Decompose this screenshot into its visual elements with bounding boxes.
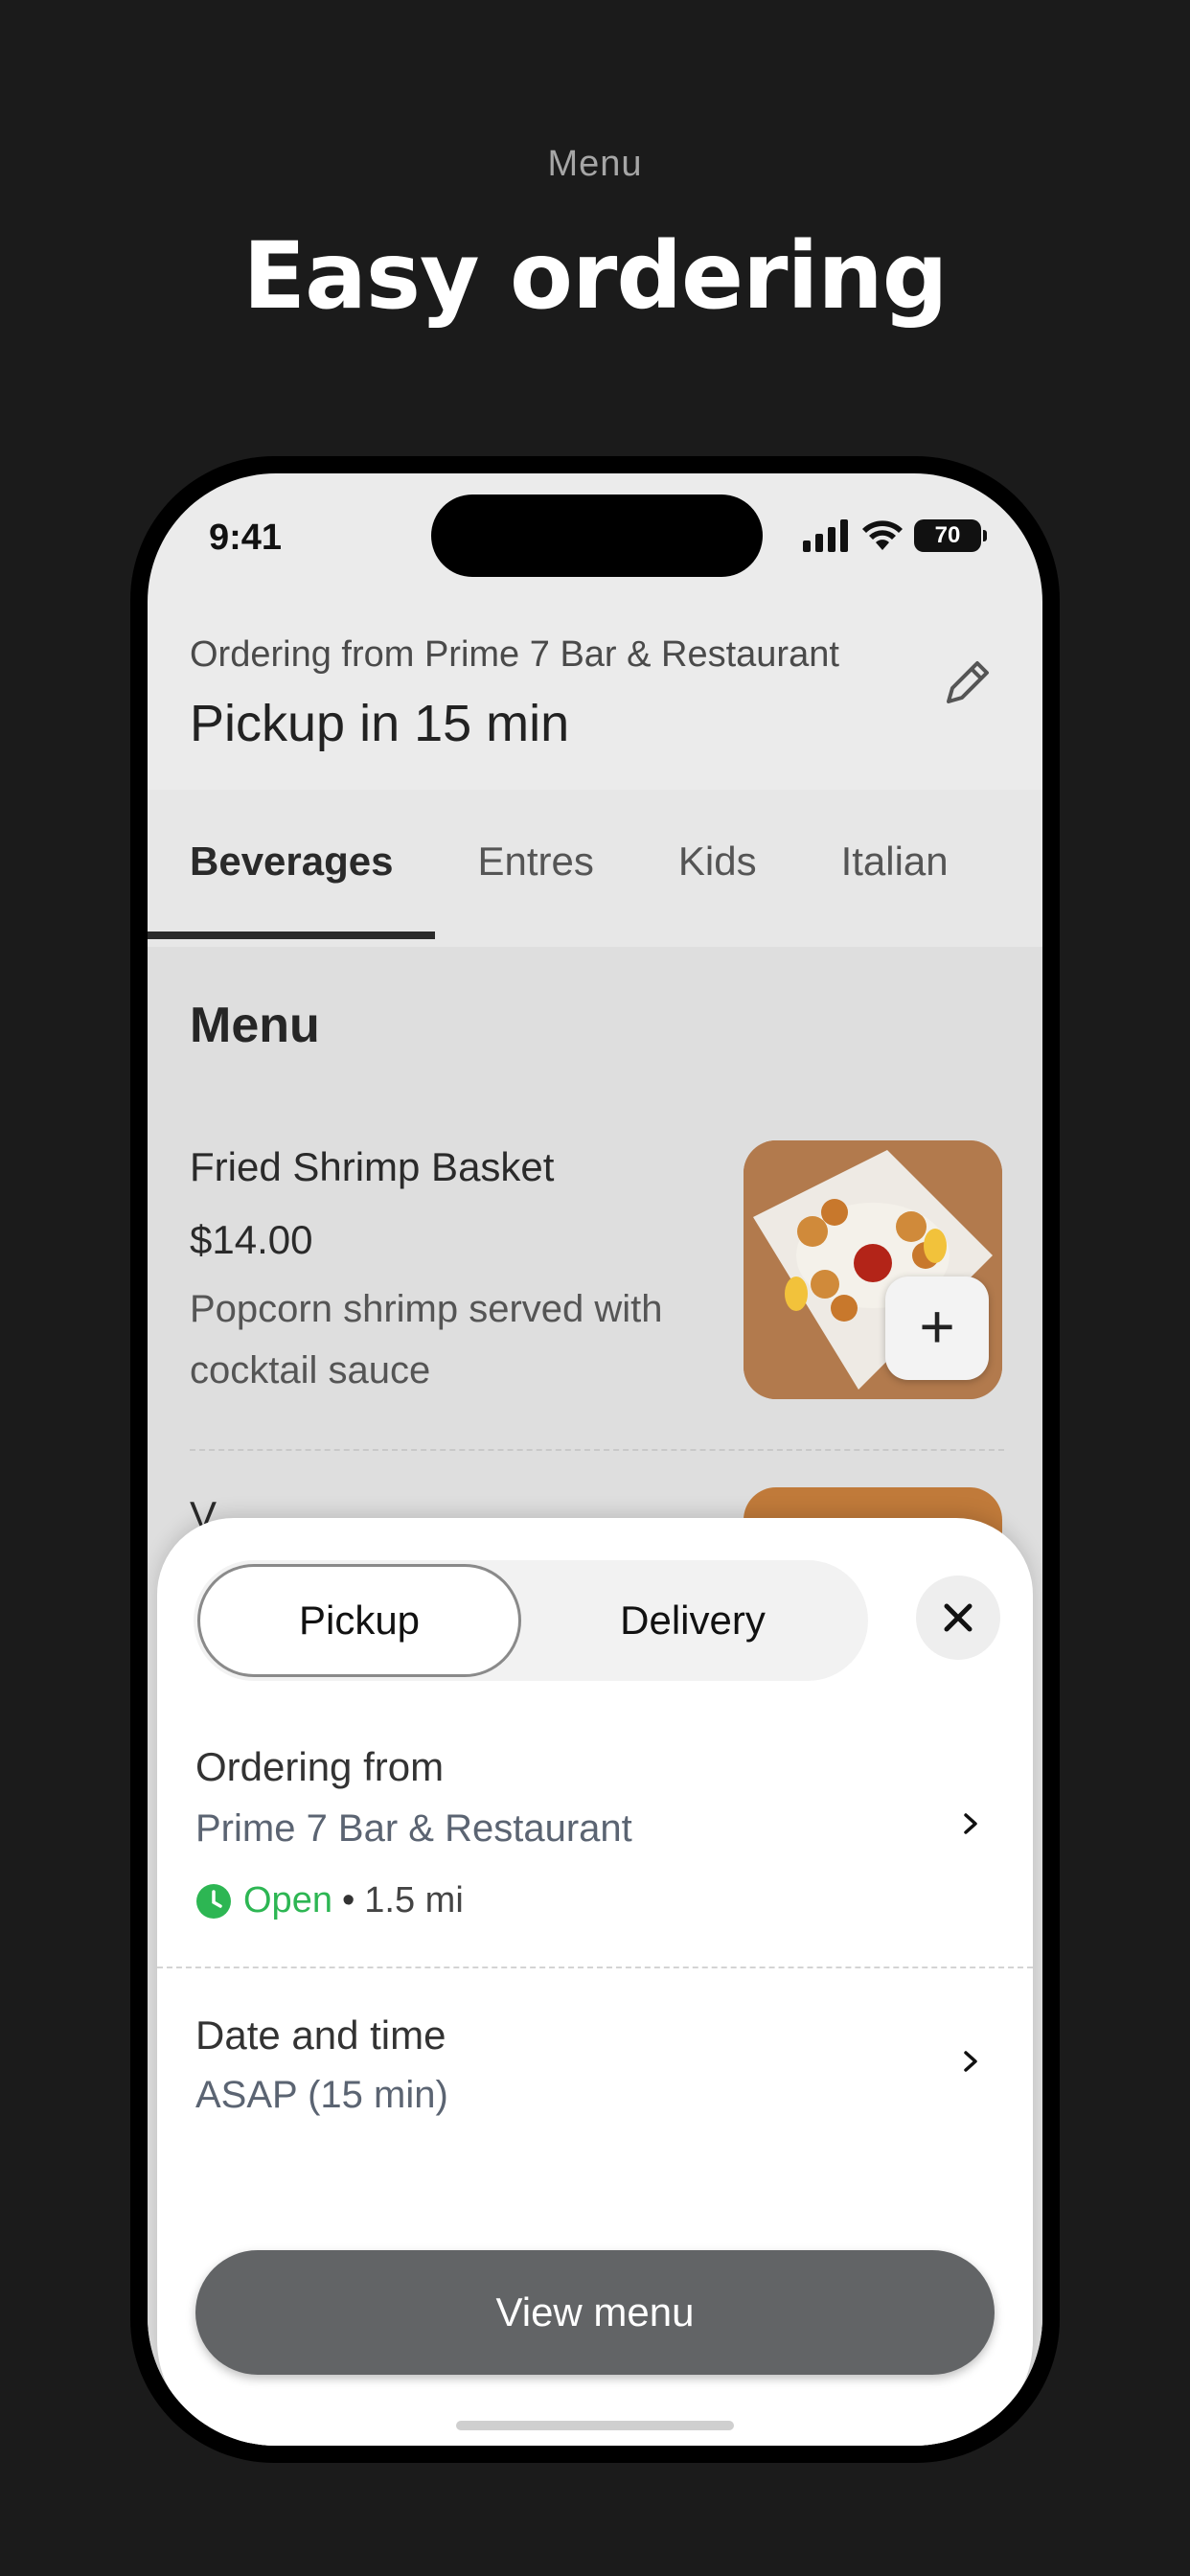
chevron-right-icon xyxy=(964,1813,977,1834)
wifi-icon xyxy=(862,520,903,550)
date-time-title: Date and time xyxy=(195,2012,446,2058)
signal-icon xyxy=(803,519,848,552)
status-icons: 70 xyxy=(803,519,987,552)
marketing-title: Easy ordering xyxy=(242,222,949,330)
date-time-value: ASAP (15 min) xyxy=(195,2074,448,2116)
phone-frame: 9:41 70 Ordering from Prime 7 Bar & Rest… xyxy=(130,456,1060,2463)
tab-beverages[interactable]: Beverages xyxy=(148,790,436,947)
view-menu-button[interactable]: View menu xyxy=(195,2250,995,2375)
order-options-sheet: Pickup Delivery Ordering from Prime 7 Ba… xyxy=(157,1518,1033,2446)
ordering-from-title: Ordering from xyxy=(195,1744,445,1789)
marketing-subtitle: Menu xyxy=(547,144,643,184)
menu-item-price: $14.00 xyxy=(190,1217,313,1262)
restaurant-status: Open • 1.5 mi xyxy=(195,1880,464,1921)
menu-item-name[interactable]: Fried Shrimp Basket xyxy=(190,1144,554,1190)
tab-kids[interactable]: Kids xyxy=(636,790,799,947)
chevron-right-icon xyxy=(964,2051,977,2072)
item-divider xyxy=(190,1449,1004,1451)
edit-order-button[interactable] xyxy=(931,646,1004,719)
category-tabs: Beverages Entres Kids Italian xyxy=(148,790,1042,947)
open-status: Open xyxy=(243,1880,332,1920)
pickup-time-title: Pickup in 15 min xyxy=(190,695,570,752)
dynamic-island xyxy=(431,494,763,577)
pencil-icon xyxy=(947,661,989,703)
sheet-divider xyxy=(157,1966,1033,1968)
ordering-from-label: Ordering from Prime 7 Bar & Restaurant xyxy=(190,634,839,675)
delivery-option[interactable]: Delivery xyxy=(531,1564,855,1677)
battery-indicator: 70 xyxy=(914,519,987,552)
tab-entres[interactable]: Entres xyxy=(435,790,635,947)
clock-icon xyxy=(196,1883,231,1919)
order-type-toggle: Pickup Delivery xyxy=(194,1560,868,1681)
home-indicator xyxy=(456,2421,734,2430)
add-to-cart-button[interactable]: + xyxy=(885,1276,989,1380)
close-button[interactable] xyxy=(916,1576,1000,1660)
distance: 1.5 mi xyxy=(364,1880,464,1920)
close-icon xyxy=(944,1603,973,1632)
pickup-option[interactable]: Pickup xyxy=(197,1564,521,1677)
separator-dot: • xyxy=(341,1880,355,1920)
restaurant-name: Prime 7 Bar & Restaurant xyxy=(195,1807,632,1850)
menu-heading: Menu xyxy=(190,998,320,1053)
phone-screen: 9:41 70 Ordering from Prime 7 Bar & Rest… xyxy=(148,473,1042,2446)
status-time: 9:41 xyxy=(209,518,283,558)
menu-item-description: Popcorn shrimp served with cocktail sauc… xyxy=(190,1288,663,1392)
tab-italian[interactable]: Italian xyxy=(799,790,991,947)
